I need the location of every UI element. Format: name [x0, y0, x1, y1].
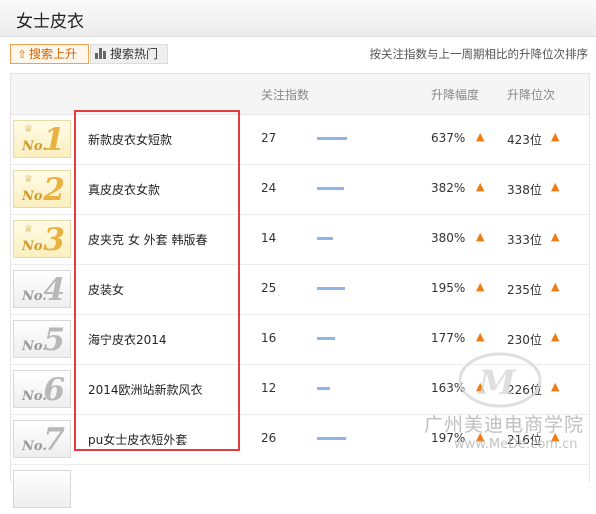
table-header: 关注指数 升降幅度 升降位次 — [11, 74, 589, 115]
tab-search-rising[interactable]: ⇧ 搜索上升 — [10, 44, 89, 64]
watermark-line1: 广州美迪电商学院 — [424, 414, 585, 436]
rank-change: 333位 — [507, 233, 542, 247]
rank-number: 3 — [43, 222, 65, 258]
rank-number: 4 — [43, 272, 65, 308]
attention-index: 14 — [261, 231, 277, 245]
watermark-logo: M — [456, 350, 544, 410]
highlight-box — [74, 110, 240, 451]
up-arrow-icon: ▲ — [551, 130, 560, 143]
change-percent: 382% — [431, 181, 466, 195]
change-percent: 195% — [431, 281, 466, 295]
sort-hint: 按关注指数与上一周期相比的升降位次排序 — [369, 47, 589, 61]
rank-badge: No. 4 — [13, 270, 71, 308]
rank-change: 235位 — [507, 283, 542, 297]
up-arrow-icon: ▲ — [476, 330, 485, 343]
rank-change: 230位 — [507, 333, 542, 347]
rank-number: 7 — [43, 422, 65, 458]
rank-badge — [13, 470, 71, 508]
index-bar — [317, 287, 345, 290]
attention-index: 26 — [261, 431, 277, 445]
index-bar — [317, 187, 344, 190]
page-title: 女士皮衣 — [16, 12, 84, 32]
col-header-index: 关注指数 — [261, 88, 310, 102]
tab-search-hot[interactable]: 搜索热门 — [90, 44, 168, 64]
index-bar — [317, 337, 335, 340]
rank-number: 6 — [43, 372, 65, 408]
index-bar — [317, 387, 330, 390]
rank-change: 338位 — [507, 183, 542, 197]
up-arrow-icon: ▲ — [551, 380, 560, 393]
bar-chart-icon — [95, 48, 107, 59]
up-arrow-icon: ▲ — [551, 180, 560, 193]
col-header-rank-change: 升降位次 — [507, 88, 556, 102]
up-arrow-icon: ▲ — [476, 130, 485, 143]
index-bar — [317, 437, 346, 440]
title-bar: 女士皮衣 — [0, 0, 596, 37]
watermark-line2: www.MeDe.com.cn — [454, 437, 578, 452]
change-percent: 177% — [431, 331, 466, 345]
index-bar — [317, 237, 333, 240]
up-arrow-icon: ▲ — [551, 330, 560, 343]
rank-badge: No. 7 — [13, 420, 71, 458]
col-header-change: 升降幅度 — [431, 88, 480, 102]
attention-index: 24 — [261, 181, 277, 195]
change-percent: 637% — [431, 131, 466, 145]
rank-number: 2 — [43, 172, 65, 208]
up-arrow-icon: ▲ — [551, 280, 560, 293]
crown-icon: ♕ — [24, 124, 33, 135]
svg-text:M: M — [477, 363, 517, 403]
rank-change: 423位 — [507, 133, 542, 147]
tab-label: 搜索上升 — [29, 47, 78, 61]
up-arrow-icon: ▲ — [476, 230, 485, 243]
rank-badge: ♕ No. 1 — [13, 120, 71, 158]
up-arrow-icon: ⇧ — [17, 48, 27, 61]
tab-label: 搜索热门 — [110, 47, 159, 61]
index-bar — [317, 137, 347, 140]
table-row-partial — [11, 464, 589, 514]
rank-badge: ♕ No. 2 — [13, 170, 71, 208]
rank-badge: No. 6 — [13, 370, 71, 408]
crown-icon: ♕ — [24, 174, 33, 185]
attention-index: 27 — [261, 131, 277, 145]
attention-index: 25 — [261, 281, 277, 295]
attention-index: 16 — [261, 331, 277, 345]
rank-badge: ♕ No. 3 — [13, 220, 71, 258]
rank-number: 1 — [43, 122, 65, 158]
up-arrow-icon: ▲ — [476, 280, 485, 293]
attention-index: 12 — [261, 381, 277, 395]
crown-icon: ♕ — [24, 224, 33, 235]
rank-badge: No. 5 — [13, 320, 71, 358]
change-percent: 380% — [431, 231, 466, 245]
rank-number: 5 — [43, 322, 65, 358]
up-arrow-icon: ▲ — [551, 230, 560, 243]
watermark: 广州美迪电商学院 www.MeDe.com.cn — [424, 410, 584, 452]
up-arrow-icon: ▲ — [476, 180, 485, 193]
